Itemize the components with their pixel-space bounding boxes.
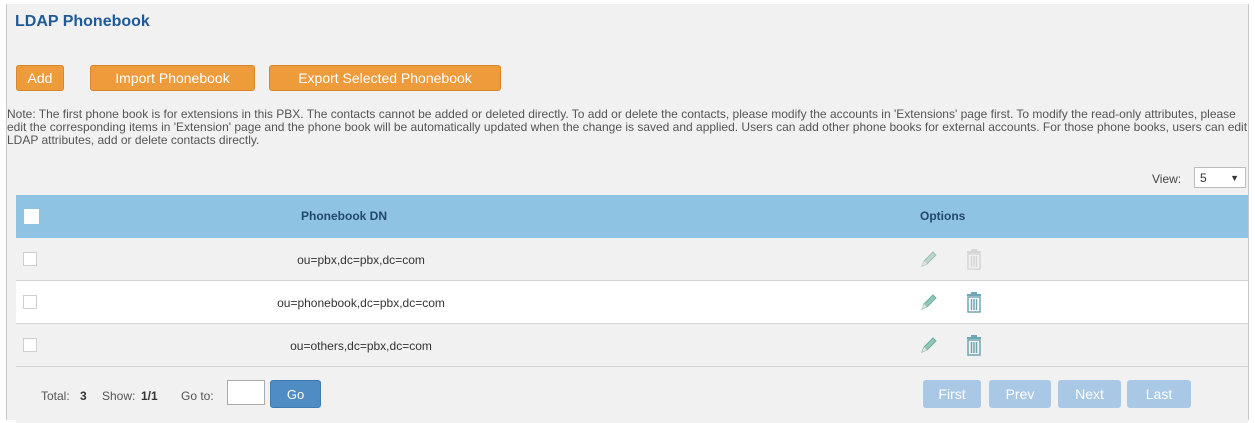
select-all-checkbox[interactable]: [24, 209, 39, 224]
prev-page-button[interactable]: Prev: [989, 380, 1051, 408]
total-label: Total:: [41, 389, 70, 403]
trash-icon: [965, 248, 983, 273]
edit-icon[interactable]: [919, 292, 939, 315]
export-selected-phonebook-button[interactable]: Export Selected Phonebook: [269, 65, 501, 91]
phonebook-dn: ou=pbx,dc=pbx,dc=com: [297, 253, 425, 267]
goto-label: Go to:: [181, 389, 214, 403]
phonebook-dn: ou=phonebook,dc=pbx,dc=com: [277, 296, 445, 310]
ldap-phonebook-panel: LDAP Phonebook Add Import Phonebook Expo…: [6, 4, 1249, 423]
view-label: View:: [1152, 172, 1182, 186]
table-header: Phonebook DN Options: [16, 195, 1248, 238]
import-phonebook-button[interactable]: Import Phonebook: [90, 65, 255, 91]
note-text: Note: The first phone book is for extens…: [7, 107, 1248, 147]
column-header-options: Options: [920, 209, 966, 223]
table-row: ou=others,dc=pbx,dc=com: [16, 324, 1248, 367]
next-page-button[interactable]: Next: [1058, 380, 1121, 408]
add-button[interactable]: Add: [16, 65, 64, 91]
table-footer: Total: 3 Show: 1/1 Go to: Go First Prev …: [16, 367, 1248, 423]
edit-icon[interactable]: [919, 249, 939, 272]
phonebook-dn: ou=others,dc=pbx,dc=com: [290, 339, 432, 353]
table-row: ou=phonebook,dc=pbx,dc=com: [16, 281, 1248, 324]
page-title: LDAP Phonebook: [15, 13, 150, 30]
trash-icon[interactable]: [965, 291, 983, 316]
table-row: ou=pbx,dc=pbx,dc=com: [16, 238, 1248, 281]
total-value: 3: [80, 389, 87, 403]
go-button[interactable]: Go: [270, 380, 321, 408]
column-header-phonebook-dn: Phonebook DN: [301, 209, 387, 223]
goto-input[interactable]: [227, 380, 265, 405]
trash-icon[interactable]: [965, 334, 983, 359]
last-page-button[interactable]: Last: [1127, 380, 1191, 408]
show-label: Show:: [102, 389, 136, 403]
show-value: 1/1: [141, 389, 158, 403]
first-page-button[interactable]: First: [923, 380, 981, 408]
chevron-down-icon: ▼: [1230, 173, 1239, 183]
phonebook-table: Phonebook DN Options ou=pbx,dc=pbx,dc=co…: [16, 195, 1248, 423]
edit-icon[interactable]: [919, 335, 939, 358]
view-select[interactable]: 5 ▼: [1194, 167, 1246, 188]
view-select-value: 5: [1200, 171, 1207, 185]
